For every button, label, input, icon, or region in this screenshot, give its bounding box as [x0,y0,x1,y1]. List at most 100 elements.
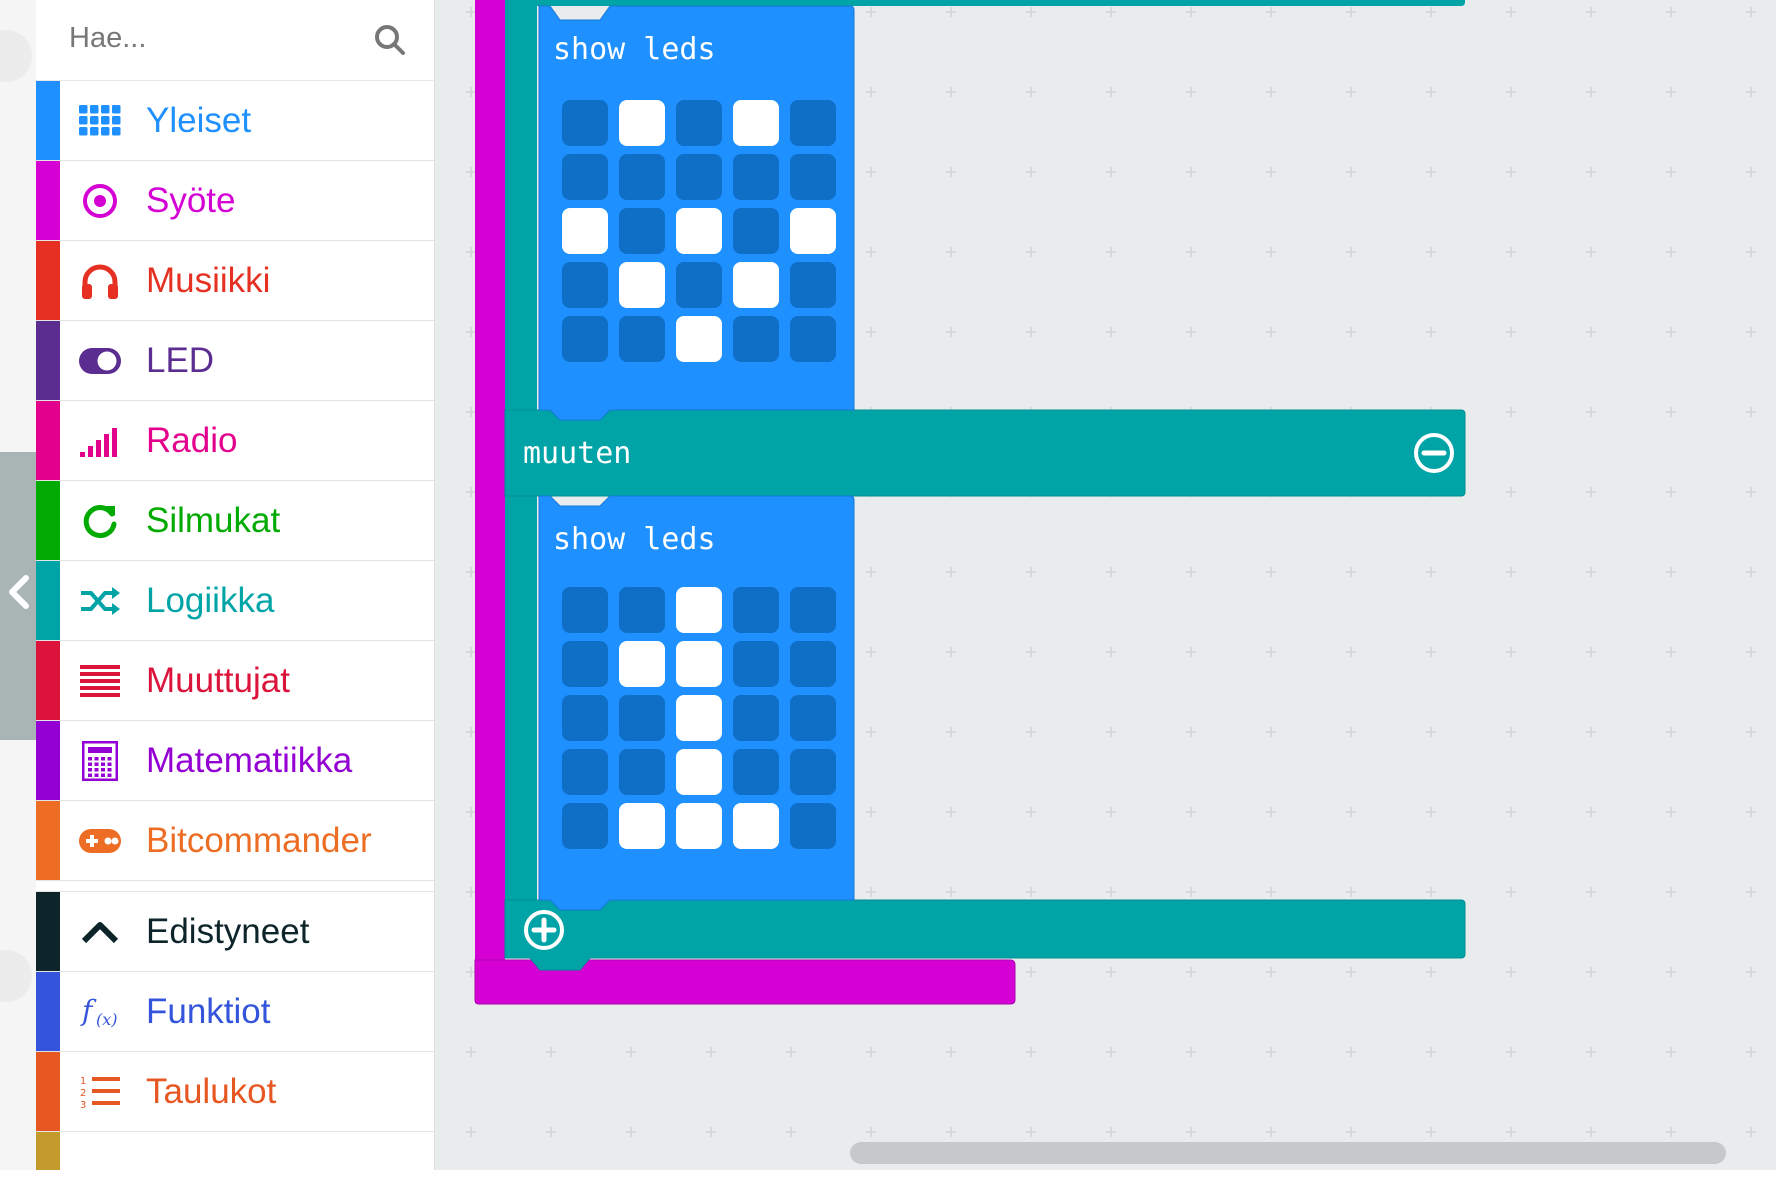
led-grid-2 [562,587,836,849]
led-cell[interactable] [790,100,836,146]
collapse-toolbox-button[interactable] [0,452,38,740]
led-cell[interactable] [562,316,608,362]
category-bitcommander[interactable]: Bitcommander [36,801,434,881]
led-cell[interactable] [619,587,665,633]
svg-text:(x): (x) [96,1010,118,1029]
led-cell[interactable] [733,316,779,362]
led-cell[interactable] [562,641,608,687]
category-label: Musiikki [146,260,271,300]
category-taulukot[interactable]: 123 Taulukot [36,1052,434,1132]
input-block-outer[interactable] [475,0,505,1003]
led-cell[interactable] [790,803,836,849]
led-cell[interactable] [790,587,836,633]
led-cell[interactable] [733,749,779,795]
led-cell[interactable] [790,262,836,308]
search-icon[interactable] [374,24,406,60]
svg-text:2: 2 [80,1088,86,1099]
led-cell[interactable] [619,262,665,308]
logic-block-top-arm[interactable] [505,0,1465,6]
search-box[interactable]: Hae... [36,0,434,81]
led-cell[interactable] [676,695,722,741]
led-cell[interactable] [562,587,608,633]
led-cell[interactable] [562,803,608,849]
led-cell[interactable] [562,100,608,146]
calculator-icon [76,721,124,800]
led-cell[interactable] [676,262,722,308]
category-radio[interactable]: Radio [36,401,434,481]
led-cell[interactable] [619,695,665,741]
category-matematiikka[interactable]: Matematiikka [36,721,434,801]
led-cell[interactable] [733,803,779,849]
led-cell[interactable] [619,154,665,200]
category-edistyneet[interactable]: Edistyneet [36,892,434,972]
svg-text:1: 1 [80,1076,86,1087]
headphones-icon [76,241,124,320]
category-logiikka[interactable]: Logiikka [36,561,434,641]
led-cell[interactable] [790,749,836,795]
led-cell[interactable] [562,695,608,741]
led-cell[interactable] [676,208,722,254]
category-silmukat[interactable]: Silmukat [36,481,434,561]
chevron-left-icon [6,572,32,621]
led-cell[interactable] [733,208,779,254]
led-cell[interactable] [562,208,608,254]
code-blocks [474,0,1466,1005]
svg-text:f: f [80,994,97,1027]
led-grid-1 [562,100,836,362]
led-cell[interactable] [676,641,722,687]
led-cell[interactable] [790,316,836,362]
led-cell[interactable] [676,154,722,200]
category-label: LED [146,340,215,380]
target-icon [76,161,124,240]
category-color-bar [36,81,60,160]
led-cell[interactable] [733,100,779,146]
category-label: Logiikka [146,580,275,620]
led-cell[interactable] [562,749,608,795]
led-cell[interactable] [676,803,722,849]
led-cell[interactable] [733,154,779,200]
grid-icon [76,81,124,160]
gamepad-icon [76,801,124,880]
led-cell[interactable] [619,803,665,849]
led-cell[interactable] [733,587,779,633]
category-funktiot[interactable]: f (x) Funktiot [36,972,434,1052]
led-cell[interactable] [676,100,722,146]
category-label: Radio [146,420,238,460]
lines-icon [76,641,124,720]
category-muuttujat[interactable]: Muuttujat [36,641,434,721]
search-input[interactable]: Hae... [69,22,146,55]
led-cell[interactable] [619,100,665,146]
category-label: Matematiikka [146,740,353,780]
led-cell[interactable] [733,695,779,741]
led-cell[interactable] [562,154,608,200]
led-cell[interactable] [790,641,836,687]
led-cell[interactable] [790,695,836,741]
category-partial[interactable] [36,1132,434,1170]
led-cell[interactable] [676,587,722,633]
led-cell[interactable] [733,641,779,687]
led-cell[interactable] [733,262,779,308]
logic-else-arm[interactable] [504,409,1466,497]
show-leds-label-1: show leds [553,32,716,67]
led-cell[interactable] [562,262,608,308]
led-cell[interactable] [676,316,722,362]
led-cell[interactable] [676,749,722,795]
led-cell[interactable] [790,154,836,200]
blocks-workspace[interactable]: show leds muuten show leds [435,0,1776,1170]
category-led[interactable]: LED [36,321,434,401]
horizontal-scrollbar[interactable] [850,1142,1726,1164]
led-cell[interactable] [619,208,665,254]
category-yleiset[interactable]: Yleiset [36,81,434,161]
led-cell[interactable] [790,208,836,254]
category-sy-te[interactable]: Syöte [36,161,434,241]
category-musiikki[interactable]: Musiikki [36,241,434,321]
led-cell[interactable] [619,749,665,795]
category-color-bar [36,641,60,720]
function-icon: f (x) [76,972,124,1051]
advanced-category-list: Edistyneet f (x) Funktiot 123 Taulukot [36,892,434,1132]
category-label: Taulukot [146,1071,277,1111]
category-color-bar [36,561,60,640]
show-leds-label-2: show leds [553,522,716,557]
led-cell[interactable] [619,316,665,362]
led-cell[interactable] [619,641,665,687]
